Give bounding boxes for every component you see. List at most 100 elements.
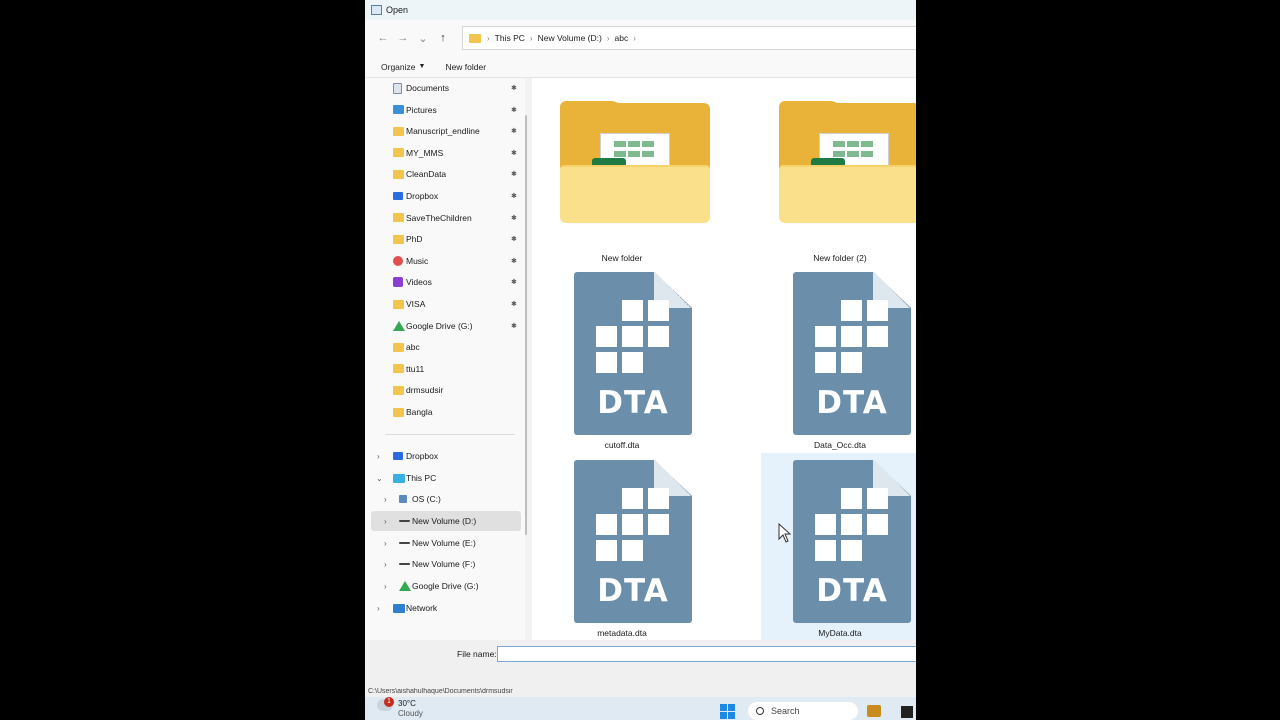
cloud-icon: 1 [377, 697, 394, 711]
dta-badge: DTA [816, 385, 888, 421]
weather-widget[interactable]: 1 30°C Cloudy [377, 697, 423, 719]
dta-badge: DTA [597, 573, 669, 609]
windows-start-icon[interactable] [720, 704, 735, 719]
file-name: MyData.dta [818, 628, 862, 638]
sidebar-item-visa[interactable]: VISA ✱ [365, 294, 521, 314]
sidebar-item-phd[interactable]: PhD ✱ [365, 229, 521, 249]
new-folder-button[interactable]: New folder [435, 62, 496, 72]
tree-item-new-volume-d[interactable]: › New Volume (D:) [371, 511, 521, 531]
sidebar-item-label: Bangla [406, 407, 433, 417]
address-bar[interactable]: › This PC › New Volume (D:) › abc › [462, 26, 916, 50]
chevron-right-icon[interactable]: › [384, 539, 387, 548]
sidebar-item-cleandata[interactable]: CleanData ✱ [365, 164, 521, 184]
chevron-down-icon[interactable]: ⌄ [376, 474, 383, 483]
sidebar-item-abc[interactable]: abc [365, 337, 521, 357]
dta-badge: DTA [597, 385, 669, 421]
chevron-right-icon[interactable]: › [384, 582, 387, 591]
folder-icon [393, 234, 404, 244]
pin-icon[interactable]: ✱ [511, 106, 517, 114]
breadcrumb-abc[interactable]: abc [615, 33, 629, 43]
back-arrow-icon[interactable]: ← [373, 32, 393, 44]
dta-file-icon: DTA [793, 460, 911, 623]
chevron-right-icon[interactable]: › [377, 452, 380, 461]
sidebar-divider [385, 434, 515, 435]
title-bar: Open [365, 0, 916, 20]
sidebar-item-drmsudsir[interactable]: drmsudsir [365, 380, 521, 400]
chevron-right-icon[interactable]: › [384, 517, 387, 526]
taskbar-search[interactable]: Search [748, 702, 858, 720]
up-arrow-icon[interactable]: ↑ [433, 32, 453, 44]
tree-item-network[interactable]: › Network [365, 598, 521, 618]
document-icon [393, 82, 402, 94]
sidebar-item-dropbox-pinned[interactable]: Dropbox ✱ [365, 186, 521, 206]
folder-icon [393, 213, 404, 223]
sidebar-item-label: SaveTheChildren [406, 212, 472, 223]
pin-icon[interactable]: ✱ [511, 214, 517, 222]
pin-icon[interactable]: ✱ [511, 192, 517, 200]
forward-arrow-icon[interactable]: → [393, 32, 413, 44]
sidebar-item-documents[interactable]: Documents ✱ [365, 78, 521, 98]
chevron-right-icon[interactable]: › [384, 560, 387, 569]
sidebar-item-bangla[interactable]: Bangla [365, 402, 521, 422]
window-title: Open [386, 5, 409, 15]
file-tile-new-folder-2[interactable]: New folder (2) [760, 88, 916, 268]
dropbox-icon [393, 452, 403, 460]
sidebar-item-music[interactable]: Music ✱ [365, 251, 521, 271]
navigation-pane-scrollbar[interactable] [525, 115, 527, 535]
search-placeholder: Search [771, 706, 800, 716]
sidebar-item-label: abc [406, 342, 420, 353]
pin-icon[interactable]: ✱ [511, 84, 517, 92]
tree-item-label: This PC [406, 473, 437, 483]
breadcrumb-volume-d[interactable]: New Volume (D:) [538, 33, 602, 43]
file-tile-mydata-dta[interactable]: DTA MyData.dta [761, 453, 916, 640]
pin-icon[interactable]: ✱ [511, 127, 517, 135]
briefcase-app-icon[interactable] [867, 705, 881, 717]
pin-icon[interactable]: ✱ [511, 300, 517, 308]
organize-button[interactable]: Organize ▼ [371, 62, 435, 72]
dta-file-icon: DTA [574, 460, 692, 623]
drive-icon [399, 520, 410, 522]
sidebar-item-my-mms[interactable]: MY_MMS ✱ [365, 143, 521, 163]
sidebar-item-google-drive-pinned[interactable]: Google Drive (G:) ✱ [365, 316, 521, 336]
tree-item-dropbox[interactable]: › Dropbox [365, 446, 521, 466]
sidebar-item-pictures[interactable]: Pictures ✱ [365, 100, 521, 120]
sidebar-item-videos[interactable]: Videos ✱ [365, 272, 521, 292]
chevron-right-icon[interactable]: › [377, 604, 380, 613]
folder-icon [393, 148, 404, 158]
pin-icon[interactable]: ✱ [511, 149, 517, 157]
google-drive-icon [393, 320, 405, 331]
pin-icon[interactable]: ✱ [511, 322, 517, 330]
file-tile-metadata-dta[interactable]: DTA metadata.dta [542, 456, 702, 640]
sidebar-item-manuscript-endline[interactable]: Manuscript_endline ✱ [365, 121, 521, 141]
sidebar-item-label: Pictures [406, 104, 437, 115]
drive-icon [399, 563, 410, 565]
sidebar-item-label: Videos [406, 277, 432, 288]
dialog-icon [371, 5, 382, 15]
dta-file-icon: DTA [793, 272, 911, 435]
file-tile-cutoff-dta[interactable]: DTA cutoff.dta [542, 268, 702, 453]
pin-icon[interactable]: ✱ [511, 257, 517, 265]
breadcrumb-this-pc[interactable]: This PC [495, 33, 525, 43]
sidebar-item-savethechildren[interactable]: SaveTheChildren ✱ [365, 208, 521, 228]
sidebar-item-label: MY_MMS [406, 147, 444, 158]
tree-item-label: New Volume (D:) [412, 516, 477, 526]
tree-item-os-c[interactable]: › OS (C:) [365, 489, 521, 509]
pin-icon[interactable]: ✱ [511, 170, 517, 178]
recent-chevron-down-icon[interactable]: ⌄ [413, 32, 433, 45]
taskbar: 1 30°C Cloudy Search [365, 697, 916, 720]
tree-item-google-drive[interactable]: › Google Drive (G:) [365, 576, 521, 596]
sidebar-item-label: Dropbox [406, 191, 439, 201]
sidebar-item-ttu11[interactable]: ttu11 [365, 359, 521, 379]
chevron-right-icon: › [487, 33, 490, 43]
file-tile-new-folder[interactable]: New folder [542, 88, 710, 268]
file-tile-data-occ-dta[interactable]: DTA Data_Occ.dta [760, 268, 916, 453]
tree-item-this-pc[interactable]: ⌄ This PC [365, 468, 521, 488]
sidebar-item-label: Music [406, 255, 429, 266]
filename-input[interactable] [497, 646, 916, 662]
taskbar-app-icon[interactable] [901, 706, 913, 718]
chevron-right-icon[interactable]: › [384, 495, 387, 504]
pin-icon[interactable]: ✱ [511, 278, 517, 286]
tree-item-new-volume-e[interactable]: › New Volume (E:) [365, 533, 521, 553]
tree-item-new-volume-f[interactable]: › New Volume (F:) [365, 554, 521, 574]
pin-icon[interactable]: ✱ [511, 235, 517, 243]
